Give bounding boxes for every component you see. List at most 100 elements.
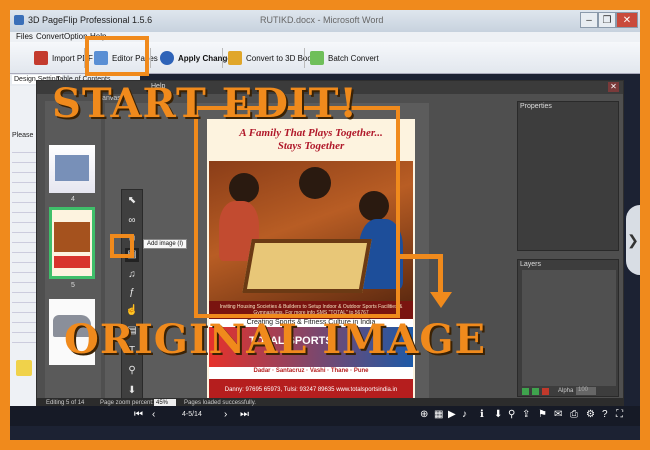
- page-thumbnail-selected[interactable]: [49, 207, 95, 279]
- locations-line: Dadar · Santacruz · Vashi · Thane · Pune: [253, 368, 369, 374]
- last-page-icon[interactable]: ⏭: [240, 409, 249, 421]
- please-label: Please: [12, 132, 34, 139]
- thumbnails-icon[interactable]: ▦: [434, 409, 443, 421]
- menu-convert[interactable]: Convert: [36, 32, 64, 42]
- page-thumbnail[interactable]: [49, 145, 95, 193]
- apply-icon: [160, 51, 174, 65]
- select-tool-icon[interactable]: ⬉: [125, 194, 139, 208]
- convert-book-icon: [228, 51, 242, 65]
- title-bar: 3D PageFlip Professional 1.5.6 RUTIKD.do…: [10, 10, 640, 32]
- zoom-in-icon[interactable]: ⊕: [420, 409, 428, 421]
- restore-button[interactable]: ❐: [598, 12, 616, 28]
- search-icon[interactable]: ⚲: [508, 409, 515, 421]
- settings-row[interactable]: [12, 176, 36, 183]
- settings-row[interactable]: [12, 296, 36, 303]
- add-image-highlight: [110, 234, 134, 258]
- batch-icon: [310, 51, 324, 65]
- settings-row[interactable]: [12, 236, 36, 243]
- bookmark-icon[interactable]: ⚑: [538, 409, 547, 421]
- app-title: 3D PageFlip Professional 1.5.6: [28, 15, 153, 25]
- checklist-icon[interactable]: [16, 360, 32, 376]
- thumbnail-image: [54, 222, 90, 252]
- layers-panel: Layers Alpha 100: [517, 259, 619, 397]
- editor-close-button[interactable]: ✕: [608, 82, 619, 92]
- menu-files[interactable]: Files: [16, 32, 33, 42]
- settings-row[interactable]: [12, 196, 36, 203]
- layer-down-icon[interactable]: [532, 388, 539, 395]
- help-icon[interactable]: ?: [602, 409, 608, 421]
- previous-page-icon[interactable]: ‹: [152, 409, 155, 421]
- app-logo-icon: [14, 15, 24, 25]
- settings-row[interactable]: [12, 156, 36, 163]
- batch-convert-button[interactable]: Batch Convert: [310, 48, 379, 68]
- settings-row[interactable]: [12, 146, 36, 153]
- batch-convert-label: Batch Convert: [328, 53, 379, 63]
- thumbnail-banner: [54, 256, 90, 268]
- annotation-arrow: [438, 254, 443, 294]
- settings-row[interactable]: [12, 266, 36, 273]
- settings-row[interactable]: [12, 276, 36, 283]
- thumbnail-number: 5: [71, 282, 75, 289]
- window-caption: RUTIKD.docx - Microsoft Word: [260, 15, 384, 25]
- settings-row[interactable]: [12, 336, 36, 343]
- page-indicator: 4-5/14: [182, 411, 202, 418]
- start-edit-annotation: START EDIT!: [52, 80, 358, 127]
- close-button[interactable]: ✕: [616, 12, 638, 28]
- info-icon[interactable]: ℹ: [480, 409, 484, 421]
- alpha-label: Alpha: [558, 388, 574, 394]
- alpha-input[interactable]: 100: [576, 387, 596, 395]
- settings-row[interactable]: [12, 166, 36, 173]
- settings-row[interactable]: [12, 186, 36, 193]
- first-page-icon[interactable]: ⏮: [134, 409, 143, 421]
- layer-delete-icon[interactable]: [542, 388, 549, 395]
- share-icon[interactable]: ⇪: [522, 409, 530, 421]
- settings-row[interactable]: [12, 216, 36, 223]
- properties-panel: Properties: [517, 101, 619, 251]
- sound-icon[interactable]: ♪: [462, 409, 467, 421]
- settings-row[interactable]: [12, 246, 36, 253]
- layers-list[interactable]: [522, 270, 616, 386]
- settings-row[interactable]: [12, 286, 36, 293]
- settings-row[interactable]: [12, 306, 36, 313]
- fullscreen-icon[interactable]: ⛶: [616, 409, 623, 421]
- move-down-tool-icon[interactable]: ⬇: [125, 384, 139, 398]
- design-settings-panel: Please: [10, 86, 38, 406]
- audio-tool-icon[interactable]: ♫: [125, 268, 139, 282]
- settings-row[interactable]: [12, 226, 36, 233]
- annotation-arrowhead: [430, 292, 452, 308]
- editor-pages-highlight: [85, 36, 149, 76]
- layer-up-icon[interactable]: [522, 388, 529, 395]
- download-icon[interactable]: ⬇: [494, 409, 502, 421]
- book-navigation-bar: ⏮ ‹ 4-5/14 › ⏭ ⊕ ▦ ▶ ♪ ℹ ⬇ ⚲ ⇪ ⚑ ✉ ⎙ ⚙ ?…: [10, 406, 640, 426]
- thumbnail-image: [55, 155, 89, 181]
- settings-row[interactable]: [12, 206, 36, 213]
- print-icon[interactable]: ⎙: [570, 409, 578, 421]
- settings-row[interactable]: [12, 256, 36, 263]
- minimize-button[interactable]: –: [580, 12, 598, 28]
- next-page-arrow-icon[interactable]: ❯: [626, 205, 640, 275]
- annotation-arrow: [400, 254, 440, 259]
- zoom-tool-icon[interactable]: ⚲: [125, 364, 139, 378]
- app-frame: 3D PageFlip Professional 1.5.6 RUTIKD.do…: [10, 10, 640, 440]
- flash-tool-icon[interactable]: ƒ: [125, 286, 139, 300]
- convert-3d-label: Convert to 3D Book: [246, 53, 316, 63]
- thumbnail-number: 4: [71, 196, 75, 203]
- apply-change-button[interactable]: Apply Change: [160, 48, 232, 68]
- play-icon[interactable]: ▶: [448, 409, 456, 421]
- settings-row[interactable]: [12, 326, 36, 333]
- properties-title: Properties: [520, 103, 552, 110]
- pdf-icon: [34, 51, 48, 65]
- convert-3d-button[interactable]: Convert to 3D Book: [228, 48, 316, 68]
- apply-change-label: Apply Change: [178, 53, 232, 63]
- tool-strip: ⬉ ∞ ■ ▣ ♫ ƒ ☝ ▤ T ⚲ ⬇: [121, 189, 143, 403]
- toolbar-separator: [222, 48, 223, 68]
- settings-icon[interactable]: ⚙: [586, 409, 595, 421]
- next-page-icon[interactable]: ›: [224, 409, 227, 421]
- layers-title: Layers: [520, 261, 542, 268]
- settings-row[interactable]: [12, 316, 36, 323]
- email-icon[interactable]: ✉: [554, 409, 562, 421]
- original-image-highlight: [194, 106, 400, 318]
- toolbar-separator: [150, 48, 151, 68]
- add-image-tooltip: Add image (I): [143, 239, 188, 249]
- link-tool-icon[interactable]: ∞: [125, 214, 139, 228]
